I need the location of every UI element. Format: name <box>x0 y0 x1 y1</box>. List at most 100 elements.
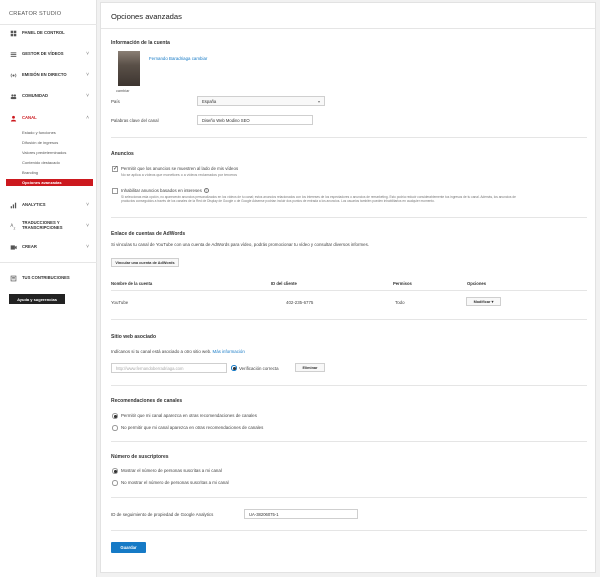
analytics-label: ID de seguimiento de propiedad de Google… <box>111 512 214 517</box>
video-manager-icon <box>9 50 17 58</box>
chevron-down-icon: ▾ <box>491 300 494 304</box>
nav-label: TRADUCCIONES Y TRANSCRIPCIONES <box>22 220 63 230</box>
help-button[interactable]: Ayuda y sugerencias <box>9 294 65 304</box>
allow-recommend-label: Permitir que mi canal aparezca en otras … <box>121 413 257 418</box>
verified-check-icon <box>231 365 237 371</box>
info-icon[interactable]: ? <box>203 188 209 193</box>
divider <box>0 24 97 25</box>
divider <box>111 441 587 442</box>
nav-create[interactable]: CREAR ˅ <box>0 241 97 253</box>
chevron-down-icon: ▾ <box>317 99 320 104</box>
sub-item-branding[interactable]: Branding <box>22 170 38 175</box>
chevron-down-icon: ˅ <box>86 202 89 208</box>
nav-translations[interactable]: Az TRADUCCIONES Y TRANSCRIPCIONES ˅ <box>0 220 97 232</box>
chevron-up-icon: ˄ <box>86 115 89 121</box>
sub-item-monetization[interactable]: Difusión de ingresos <box>22 140 58 145</box>
allow-ads-checkbox[interactable] <box>112 165 118 172</box>
divider <box>111 137 587 138</box>
nav-label: ANALYTICS <box>22 201 46 207</box>
show-subscribers-radio[interactable] <box>112 468 118 474</box>
section-title-website: Sitio web asociado <box>111 334 157 340</box>
sub-item-status[interactable]: Estado y funciones <box>22 130 56 135</box>
section-title-account: Información de la cuenta <box>111 40 170 46</box>
nav-label: CREAR <box>22 243 37 249</box>
website-description: Indícanos si tu canal está asociado a ot… <box>111 349 245 354</box>
live-icon <box>9 71 17 79</box>
divider <box>0 262 97 263</box>
sub-item-label: Opciones avanzadas <box>22 180 62 186</box>
chevron-down-icon: ˅ <box>86 72 89 78</box>
avatar-caption[interactable]: cambiar <box>116 89 130 93</box>
section-title-ads: Anuncios <box>111 151 134 157</box>
link-adwords-button[interactable]: Vincular una cuenta de AdWords <box>111 258 179 267</box>
translate-icon: Az <box>9 222 17 230</box>
hide-subscribers-radio[interactable] <box>112 480 118 486</box>
chevron-down-icon: ˅ <box>86 51 89 57</box>
sidebar: CREATOR STUDIO PANEL DE CONTROL GESTOR D… <box>0 0 97 577</box>
adwords-description: Si vinculas tu canal de YouTube con una … <box>111 242 369 247</box>
nav-live[interactable]: EMISIÓN EN DIRECTO ˅ <box>0 69 97 81</box>
page-title: Opciones avanzadas <box>111 12 182 21</box>
sub-item-featured[interactable]: Contenido destacado <box>22 160 60 165</box>
nav-label: GESTOR DE VÍDEOS <box>22 50 64 56</box>
nav-label: TUS CONTRIBUCIONES <box>22 274 70 280</box>
nav-video-manager[interactable]: GESTOR DE VÍDEOS ˅ <box>0 48 97 60</box>
permissions-cell: Todo <box>395 300 405 305</box>
disable-interest-ads-label: Inhabilitar anuncios basados en interese… <box>121 188 209 193</box>
user-name: Fernando Baradriaga cambiar <box>149 56 208 61</box>
avatar[interactable] <box>118 51 140 86</box>
nav-community[interactable]: COMUNIDAD ˅ <box>0 90 97 102</box>
keywords-input[interactable]: Diseño Web Modino SEO <box>197 115 313 125</box>
sub-item-defaults[interactable]: Valores predeterminados <box>22 150 66 155</box>
column-header: Opciones <box>467 281 487 286</box>
divider <box>111 497 587 498</box>
website-url-input[interactable]: http://www.fernandoberradriaga.com <box>111 363 227 373</box>
more-info-link[interactable]: Más información <box>213 349 245 354</box>
delete-website-button[interactable]: Eliminar <box>295 363 325 372</box>
allow-ads-note: No se aplica a vídeos que monetices o a … <box>121 173 238 177</box>
nav-contributions[interactable]: TUS CONTRIBUCIONES <box>0 272 97 284</box>
allow-ads-label: Permitir que los anuncios se muestren al… <box>121 166 239 171</box>
analytics-id-input[interactable]: UA-38206075-1 <box>244 509 358 519</box>
nav-channel[interactable]: CANAL ˄ <box>0 112 97 124</box>
channel-icon <box>9 114 17 122</box>
divider <box>111 290 587 291</box>
nav-label: COMUNIDAD <box>22 92 49 98</box>
community-icon <box>9 92 17 100</box>
column-header: Nombre de la cuenta <box>111 281 153 286</box>
hide-subscribers-label: No mostrar el número de personas suscrit… <box>121 480 229 485</box>
nav-label: EMISIÓN EN DIRECTO <box>22 71 67 77</box>
divider <box>111 385 587 386</box>
country-select[interactable]: España ▾ <box>197 96 325 106</box>
divider <box>111 530 587 531</box>
create-icon <box>9 243 17 251</box>
chevron-down-icon: ˅ <box>86 93 89 99</box>
disable-interest-ads-checkbox[interactable] <box>112 188 118 194</box>
keywords-label: Palabras clave del canal <box>111 118 159 123</box>
deny-recommend-label: No permitir que mi canal aparezca en otr… <box>121 425 264 430</box>
sub-item-advanced[interactable]: Opciones avanzadas <box>6 179 93 186</box>
save-button[interactable]: Guardar <box>111 542 146 553</box>
column-header: ID del cliente <box>271 281 297 286</box>
deny-recommend-radio[interactable] <box>112 425 118 431</box>
nav-analytics[interactable]: ANALYTICS ˅ <box>0 199 97 211</box>
allow-recommend-radio[interactable] <box>112 413 118 419</box>
divider <box>111 319 587 320</box>
svg-text:z: z <box>13 226 15 229</box>
card-header: Opciones avanzadas <box>101 3 595 29</box>
modify-button[interactable]: Modificar ▾ <box>466 297 501 306</box>
nav-dashboard[interactable]: PANEL DE CONTROL <box>0 27 97 39</box>
divider <box>111 217 587 218</box>
verified-text: Verificación correcta <box>239 366 279 371</box>
section-title-subscribers: Número de suscriptores <box>111 454 169 460</box>
chevron-down-icon: ˅ <box>86 244 89 250</box>
analytics-icon <box>9 201 17 209</box>
disable-interest-ads-note: Si seleccionas esta opción, no aparecerá… <box>121 195 516 203</box>
section-title-recommendations: Recomendaciones de canales <box>111 398 183 404</box>
studio-title: CREATOR STUDIO <box>9 11 62 17</box>
advanced-settings-card: Opciones avanzadas Información de la cue… <box>100 2 596 573</box>
column-header: Permisos <box>393 281 412 286</box>
contributions-icon <box>9 274 17 282</box>
nav-label: CANAL <box>22 114 37 120</box>
dashboard-icon <box>9 29 17 37</box>
